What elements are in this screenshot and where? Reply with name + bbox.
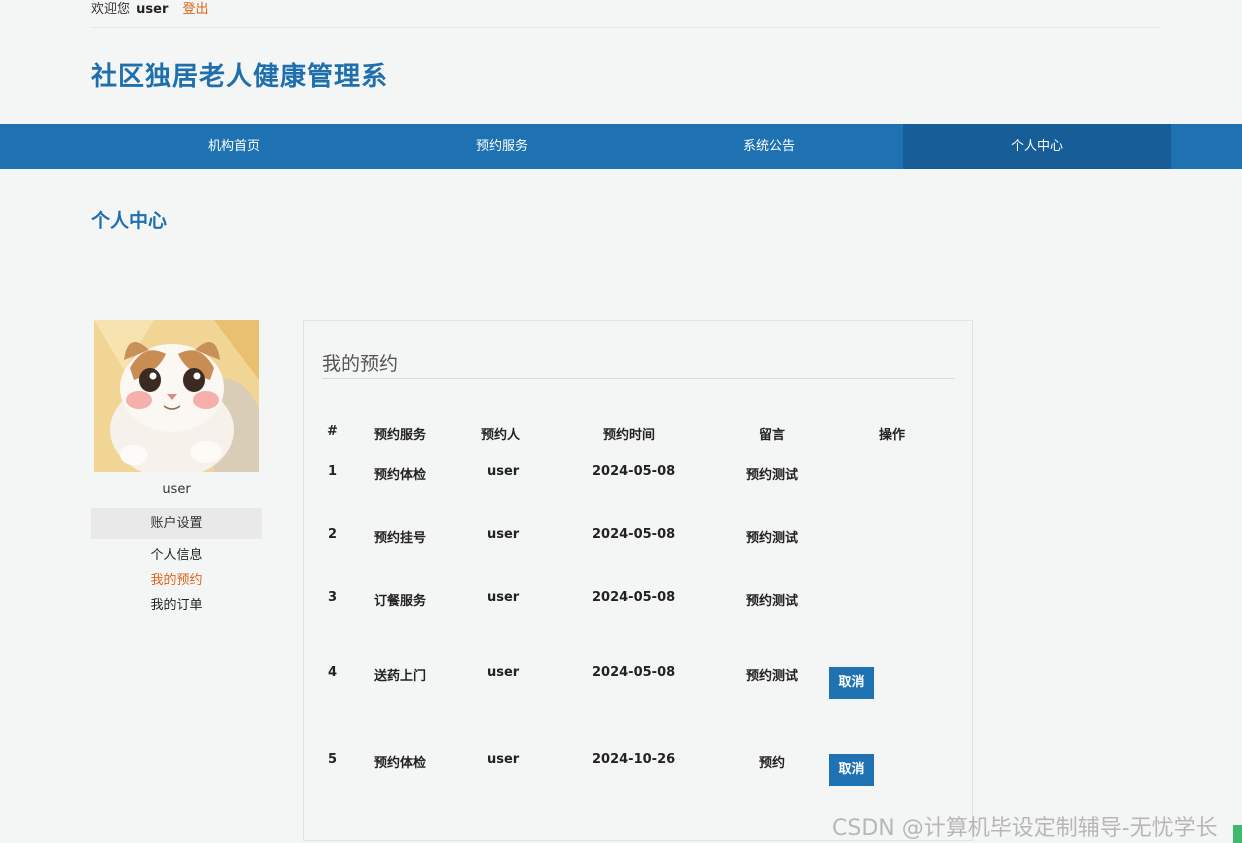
cell-note: 预约测试 <box>746 669 799 684</box>
section-title: 个人中心 <box>91 210 168 232</box>
cell-time: 2024-05-08 <box>592 665 676 680</box>
sidebar-item-my-orders[interactable]: 我的订单 <box>91 594 262 613</box>
cell-note: 预约测试 <box>746 468 799 483</box>
csdn-watermark: CSDN @计算机毕设定制辅导-无忧学长 <box>832 816 1218 841</box>
nav-item-home[interactable]: 机构首页 <box>100 124 368 169</box>
sidebar-username: user <box>162 482 191 497</box>
current-username: user <box>136 2 169 17</box>
account-settings-heading: 账户设置 <box>91 508 262 539</box>
appointments-panel: 我的预约 # 预约服务 预约人 预约时间 留言 操作 1 预约体检 user 2… <box>303 320 973 841</box>
nav-item-booking-service[interactable]: 预约服务 <box>368 124 636 169</box>
nav-item-announcements[interactable]: 系统公告 <box>635 124 903 169</box>
avatar <box>94 320 259 472</box>
divider <box>322 378 955 379</box>
cancel-button[interactable]: 取消 <box>829 754 874 786</box>
cell-index: 4 <box>328 665 338 680</box>
cell-time: 2024-05-08 <box>592 464 676 479</box>
cell-person: user <box>487 464 520 479</box>
cell-index: 5 <box>328 752 338 767</box>
column-header-action: 操作 <box>879 428 906 443</box>
panel-title: 我的预约 <box>322 353 399 375</box>
cell-time: 2024-05-08 <box>592 527 676 542</box>
cell-person: user <box>487 665 520 680</box>
logout-link[interactable]: 登出 <box>183 2 209 17</box>
cell-service: 预约挂号 <box>374 531 427 546</box>
column-header-person: 预约人 <box>481 428 521 443</box>
column-header-time: 预约时间 <box>603 428 656 443</box>
cell-index: 3 <box>328 590 338 605</box>
cell-note: 预约测试 <box>746 594 799 609</box>
column-header-note: 留言 <box>759 428 786 443</box>
column-header-service: 预约服务 <box>374 428 427 443</box>
cell-time: 2024-10-26 <box>592 752 676 767</box>
cell-time: 2024-05-08 <box>592 590 676 605</box>
welcome-text: 欢迎您 <box>91 2 131 17</box>
cell-service: 预约体检 <box>374 468 427 483</box>
column-header-index: # <box>327 424 338 439</box>
cancel-button[interactable]: 取消 <box>829 667 874 699</box>
cell-note: 预约 <box>759 756 786 771</box>
site-title: 社区独居老人健康管理系 <box>91 62 389 92</box>
cell-person: user <box>487 752 520 767</box>
cell-service: 送药上门 <box>374 669 427 684</box>
cell-person: user <box>487 527 520 542</box>
cat-photo-icon <box>94 320 259 472</box>
cell-service: 预约体检 <box>374 756 427 771</box>
sidebar-item-my-appointments[interactable]: 我的预约 <box>91 569 262 588</box>
nav-item-personal-center[interactable]: 个人中心 <box>903 124 1171 169</box>
edge-marker <box>1233 825 1242 843</box>
cell-service: 订餐服务 <box>374 594 427 609</box>
cell-person: user <box>487 590 520 605</box>
cell-note: 预约测试 <box>746 531 799 546</box>
main-nav: 机构首页 预约服务 系统公告 个人中心 <box>0 124 1242 169</box>
cell-index: 1 <box>328 464 338 479</box>
top-bar: 欢迎您 user 登出 <box>91 0 1161 28</box>
cell-index: 2 <box>328 527 338 542</box>
sidebar-item-profile[interactable]: 个人信息 <box>91 544 262 563</box>
